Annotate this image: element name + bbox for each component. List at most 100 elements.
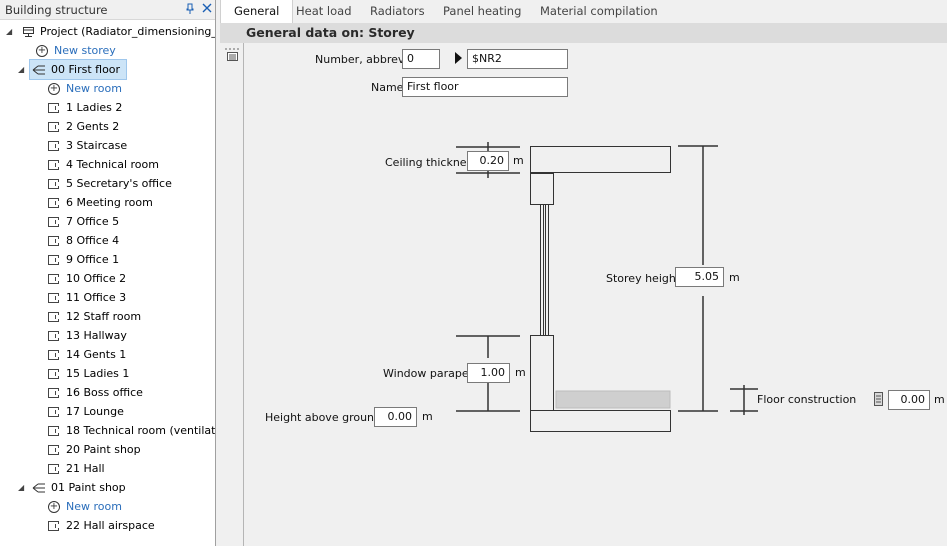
tree-item-room[interactable]: 11 Office 3: [48, 288, 126, 307]
room-icon: [48, 311, 59, 322]
collapse-icon[interactable]: ◢: [18, 483, 24, 492]
room-icon: [48, 387, 59, 398]
collapse-icon[interactable]: ◢: [6, 27, 12, 36]
tree-item-room[interactable]: 22 Hall airspace: [48, 516, 155, 535]
close-icon[interactable]: [198, 3, 215, 16]
tree-item-room[interactable]: 2 Gents 2: [48, 117, 119, 136]
storey-label: 00 First floor: [51, 63, 121, 76]
properties-icon[interactable]: [224, 48, 240, 62]
name-field[interactable]: First floor: [402, 77, 568, 97]
room-icon: [48, 178, 59, 189]
room-icon: [48, 121, 59, 132]
room-label: 21 Hall: [66, 462, 105, 475]
room-label: 8 Office 4: [66, 234, 120, 247]
floor-construction-label: Floor construction: [757, 393, 857, 406]
tree-item-room[interactable]: 4 Technical room: [48, 155, 159, 174]
tree-item-room[interactable]: 5 Secretary's office: [48, 174, 172, 193]
tab-heat-load[interactable]: Heat load: [283, 0, 365, 23]
room-icon: [48, 349, 59, 360]
tree-item-room[interactable]: 9 Office 1: [48, 250, 119, 269]
tree-item-project[interactable]: ◢ Project (Radiator_dimensioning_C: [0, 22, 215, 41]
tree-item-room[interactable]: 17 Lounge: [48, 402, 124, 421]
tree-item-storey-01[interactable]: ◢ 01 Paint shop: [18, 478, 132, 497]
tree-item-room[interactable]: 12 Staff room: [48, 307, 141, 326]
number-field[interactable]: 0: [402, 49, 440, 69]
room-icon: [48, 273, 59, 284]
room-label: 16 Boss office: [66, 386, 143, 399]
room-label: 2 Gents 2: [66, 120, 120, 133]
tree-item-room[interactable]: 15 Ladies 1: [48, 364, 129, 383]
floor-construction-field[interactable]: 0.00: [888, 390, 930, 410]
add-icon: +: [48, 82, 60, 95]
window-parapet-label: Window parapet: [383, 367, 473, 380]
new-storey-button[interactable]: + New storey: [36, 41, 116, 60]
panel-title: Building structure: [5, 2, 108, 17]
room-icon: [48, 444, 59, 455]
ceiling-thickness-field[interactable]: 0.20: [467, 151, 509, 171]
panel-header: Building structure: [0, 0, 215, 20]
room-label: 20 Paint shop: [66, 443, 141, 456]
room-icon: [48, 330, 59, 341]
building-structure-panel: Building structure ◢ Project (Radiator_d…: [0, 0, 216, 546]
tab-panel-heating[interactable]: Panel heating: [430, 0, 534, 23]
storey-height-label: Storey height: [606, 272, 681, 285]
tree-item-room[interactable]: 7 Office 5: [48, 212, 119, 231]
tree-item-room[interactable]: 10 Office 2: [48, 269, 126, 288]
height-above-ground-label: Height above ground: [265, 411, 382, 424]
storey-height-field[interactable]: 5.05: [675, 267, 724, 287]
room-icon: [48, 520, 59, 531]
unit-label: m: [934, 393, 945, 406]
room-label: 4 Technical room: [66, 158, 159, 171]
room-label: 17 Lounge: [66, 405, 124, 418]
room-icon: [48, 159, 59, 170]
room-label: 1 Ladies 2: [66, 101, 123, 114]
room-label: 6 Meeting room: [66, 196, 153, 209]
room-icon: [48, 140, 59, 151]
height-above-ground-field[interactable]: 0.00: [374, 407, 417, 427]
collapse-icon[interactable]: ◢: [18, 65, 24, 74]
storey-section-diagram: [456, 142, 883, 432]
side-strip: [220, 43, 244, 546]
room-label: 18 Technical room (ventilation: [66, 424, 215, 437]
tree-item-room[interactable]: 14 Gents 1: [48, 345, 126, 364]
room-icon: [48, 292, 59, 303]
tree-item-room[interactable]: 1 Ladies 2: [48, 98, 122, 117]
tree-item-storey-00[interactable]: ◢ 00 First floor: [18, 59, 128, 80]
room-icon: [48, 254, 59, 265]
triangle-right-icon[interactable]: [454, 51, 464, 65]
tab-radiators[interactable]: Radiators: [357, 0, 438, 23]
tree-item-room[interactable]: 3 Staircase: [48, 136, 127, 155]
room-label: 12 Staff room: [66, 310, 142, 323]
tree-item-room[interactable]: 6 Meeting room: [48, 193, 153, 212]
room-icon: [48, 368, 59, 379]
room-label: 10 Office 2: [66, 272, 127, 285]
new-storey-label: New storey: [54, 44, 116, 57]
room-label: 9 Office 1: [66, 253, 120, 266]
room-label: 15 Ladies 1: [66, 367, 130, 380]
storey-icon: [32, 482, 46, 494]
tree-item-room[interactable]: 8 Office 4: [48, 231, 119, 250]
tree-item-room[interactable]: 20 Paint shop: [48, 440, 141, 459]
new-room-label: New room: [66, 82, 122, 95]
room-icon: [48, 406, 59, 417]
tree-item-room[interactable]: 18 Technical room (ventilation: [48, 421, 215, 440]
tree-item-room[interactable]: 21 Hall: [48, 459, 105, 478]
room-icon: [48, 216, 59, 227]
ceiling-thickness-label: Ceiling thickness: [385, 156, 479, 169]
new-room-button[interactable]: + New room: [48, 497, 122, 516]
abbrev-field[interactable]: $NR2: [467, 49, 568, 69]
window-parapet-field[interactable]: 1.00: [467, 363, 510, 383]
new-room-button[interactable]: + New room: [48, 79, 122, 98]
tree-item-room[interactable]: 16 Boss office: [48, 383, 143, 402]
general-content: General data on: Storey Number, abbrev. …: [220, 23, 947, 546]
number-abbrev-label: Number, abbrev.: [315, 53, 408, 66]
unit-label: m: [513, 154, 524, 167]
tab-material-compilation[interactable]: Material compilation: [527, 0, 671, 23]
project-icon: [22, 26, 35, 38]
structure-tree: ◢ Project (Radiator_dimensioning_C + New…: [0, 21, 215, 546]
unit-label: m: [422, 410, 433, 423]
tree-item-room[interactable]: 13 Hallway: [48, 326, 127, 345]
pin-icon[interactable]: [181, 3, 198, 17]
room-label: 13 Hallway: [66, 329, 127, 342]
new-room-label: New room: [66, 500, 122, 513]
